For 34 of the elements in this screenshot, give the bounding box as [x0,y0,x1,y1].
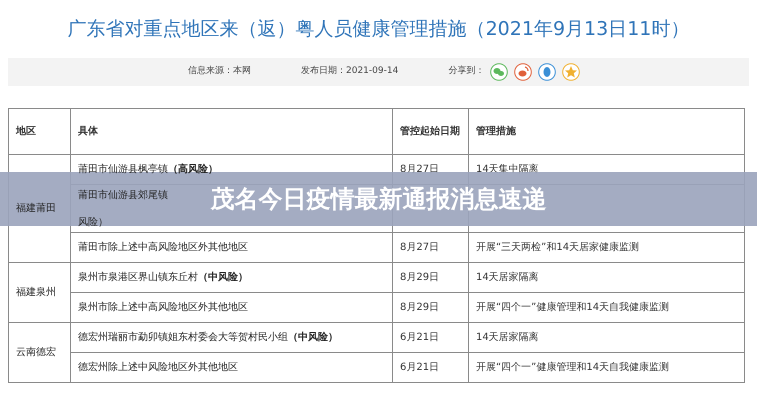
measure-text: 14天居家隔离 [476,332,539,343]
area-text: 德宏州瑞丽市勐卯镇姐东村委会大等贺村民小组（中风险） [78,330,338,345]
area-text: 莆田市除上述中高风险地区外其他地区 [78,240,248,255]
start-date: 6月21日 [400,332,440,343]
area-text: 泉州市除上述中高风险地区外其他地区 [78,300,248,315]
column-header: 具体 [70,108,392,154]
start-date: 8月29日 [400,272,440,283]
area-text: 德宏州除上述中风险地区外其他地区 [78,360,238,375]
area-text: 风险） [78,216,108,230]
measure-text: 开展“三天两检”和14天居家健康监测 [476,242,640,253]
region-text: 云南德宏 [16,347,56,358]
region-text: 福建泉州 [16,287,56,298]
banner-title: 茂名今日疫情最新通报消息速递 [210,184,546,215]
measure-text: 开展“四个一”健康管理和14天自我健康监测 [476,362,670,373]
chat-bubbles-icon[interactable] [490,63,508,81]
column-header: 管控起始日期 [392,108,468,154]
start-date: 8月27日 [400,242,440,253]
area-text: 莆田市仙游县枫亭镇（高风险） [78,162,218,177]
source-label: 信息来源：本网 [188,65,251,78]
column-header: 管理措施 [468,108,744,154]
area-text: 莆田市仙游县郊尾镇 [78,188,168,202]
start-date: 6月21日 [400,362,440,373]
share-label: 分享到： [448,65,484,78]
publish-date: 发布日期：2021-09-14 [301,65,398,78]
page-title: 广东省对重点地区来（返）粤人员健康管理措施（2021年9月13日11时） [68,16,690,42]
column-header: 地区 [8,108,70,154]
area-text: 泉州市泉港区界山镇东丘村（中风险） [78,270,248,285]
region-text: 福建莆田 [16,203,56,214]
measure-text: 14天居家隔离 [476,272,539,283]
measure-text: 开展“四个一”健康管理和14天自我健康监测 [476,302,670,313]
start-date: 8月29日 [400,302,440,313]
start-date: 8月27日 [400,164,440,175]
penguin-icon[interactable] [538,63,556,81]
measure-text: 14天集中隔离 [476,164,539,175]
